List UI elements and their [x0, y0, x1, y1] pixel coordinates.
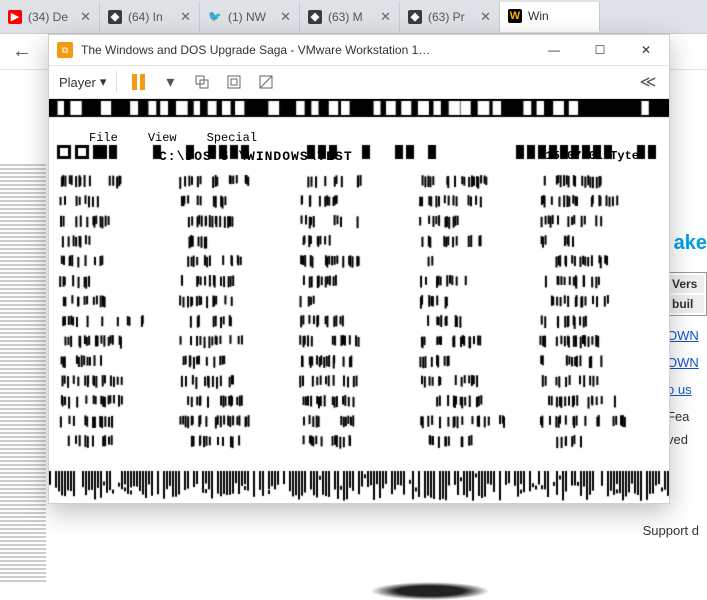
separator [116, 71, 117, 93]
page-side-panel: Vers buil OWN OWN o us Fea ved [667, 272, 707, 455]
close-icon[interactable]: ✕ [280, 9, 291, 25]
page-logo-fragment: ake [674, 232, 707, 255]
table-header: buil [670, 295, 704, 313]
browser-tab[interactable]: ◆ (63) Pr ✕ [400, 2, 500, 32]
minimize-button[interactable]: — [531, 35, 577, 65]
chevron-down-icon[interactable]: ▾ [159, 71, 181, 93]
unity-mode-icon[interactable] [255, 71, 277, 93]
chevron-down-icon: ▾ [100, 74, 107, 90]
browser-tab[interactable]: 🐦 (1) NW ✕ [200, 2, 300, 32]
fullscreen-icon[interactable] [223, 71, 245, 93]
back-button[interactable]: ← [12, 40, 32, 63]
dos-menu-item: Special [207, 131, 257, 145]
page-decoration [0, 162, 46, 582]
text-fragment: Fea [667, 409, 707, 424]
window-title-bar[interactable]: ⧉ The Windows and DOS Upgrade Saga - VMw… [49, 35, 669, 65]
table-header: Vers [670, 275, 704, 293]
dos-path: C:\DOS 5 \WINDOWS\TEST [159, 149, 353, 164]
other-link[interactable]: o us [667, 382, 707, 397]
player-label: Player [59, 75, 96, 90]
disc-image-shadow [370, 582, 490, 600]
player-dropdown[interactable]: Player ▾ [59, 74, 106, 90]
tab-label: (1) NW [228, 10, 274, 24]
dos-menu-bar: File View Special [89, 131, 257, 145]
collapse-toolbar-icon[interactable]: ≪ [637, 71, 659, 93]
tab-label: (63) Pr [428, 10, 474, 24]
browser-tab[interactable]: ▶ (34) De ✕ [0, 2, 100, 32]
tab-label: (64) In [128, 10, 174, 24]
support-text: Support d [643, 523, 699, 538]
roblox-icon: ◆ [408, 10, 422, 24]
window-title: The Windows and DOS Upgrade Saga - VMwar… [81, 43, 531, 57]
send-ctrl-alt-del-icon[interactable] [191, 71, 213, 93]
browser-tab[interactable]: ◆ (64) In ✕ [100, 2, 200, 32]
browser-tab-strip: ▶ (34) De ✕ ◆ (64) In ✕ 🐦 (1) NW ✕ ◆ (63… [0, 0, 707, 34]
roblox-icon: ◆ [108, 10, 122, 24]
close-icon[interactable]: ✕ [380, 9, 391, 25]
vmware-icon: ⧉ [57, 42, 73, 58]
pause-button[interactable] [127, 71, 149, 93]
tab-label: (63) M [328, 10, 374, 24]
dos-menu-item: View [148, 131, 177, 145]
text-fragment: ved [667, 432, 707, 447]
browser-tab[interactable]: ◆ (63) M ✕ [300, 2, 400, 32]
tab-label: Win [528, 9, 591, 23]
youtube-icon: ▶ [8, 10, 22, 24]
download-link[interactable]: OWN [667, 328, 707, 343]
vm-display[interactable]: File View Special C:\DOS 5 \WINDOWS\TEST… [49, 99, 669, 503]
close-icon[interactable]: ✕ [80, 9, 91, 25]
vmware-window: ⧉ The Windows and DOS Upgrade Saga - VMw… [48, 34, 670, 504]
dos-time: 15:07 01 Tyte [545, 149, 639, 163]
roblox-icon: ◆ [308, 10, 322, 24]
maximize-button[interactable]: ☐ [577, 35, 623, 65]
vmware-toolbar: Player ▾ ▾ ≪ [49, 65, 669, 99]
download-link[interactable]: OWN [667, 355, 707, 370]
close-icon[interactable]: ✕ [480, 9, 491, 25]
dos-menu-item: File [89, 131, 118, 145]
close-button[interactable]: ✕ [623, 35, 669, 65]
tab-label: (34) De [28, 10, 74, 24]
twitter-icon: 🐦 [208, 10, 222, 24]
browser-tab[interactable]: W Win [500, 2, 600, 32]
close-icon[interactable]: ✕ [180, 9, 191, 25]
winworld-icon: W [508, 9, 522, 23]
